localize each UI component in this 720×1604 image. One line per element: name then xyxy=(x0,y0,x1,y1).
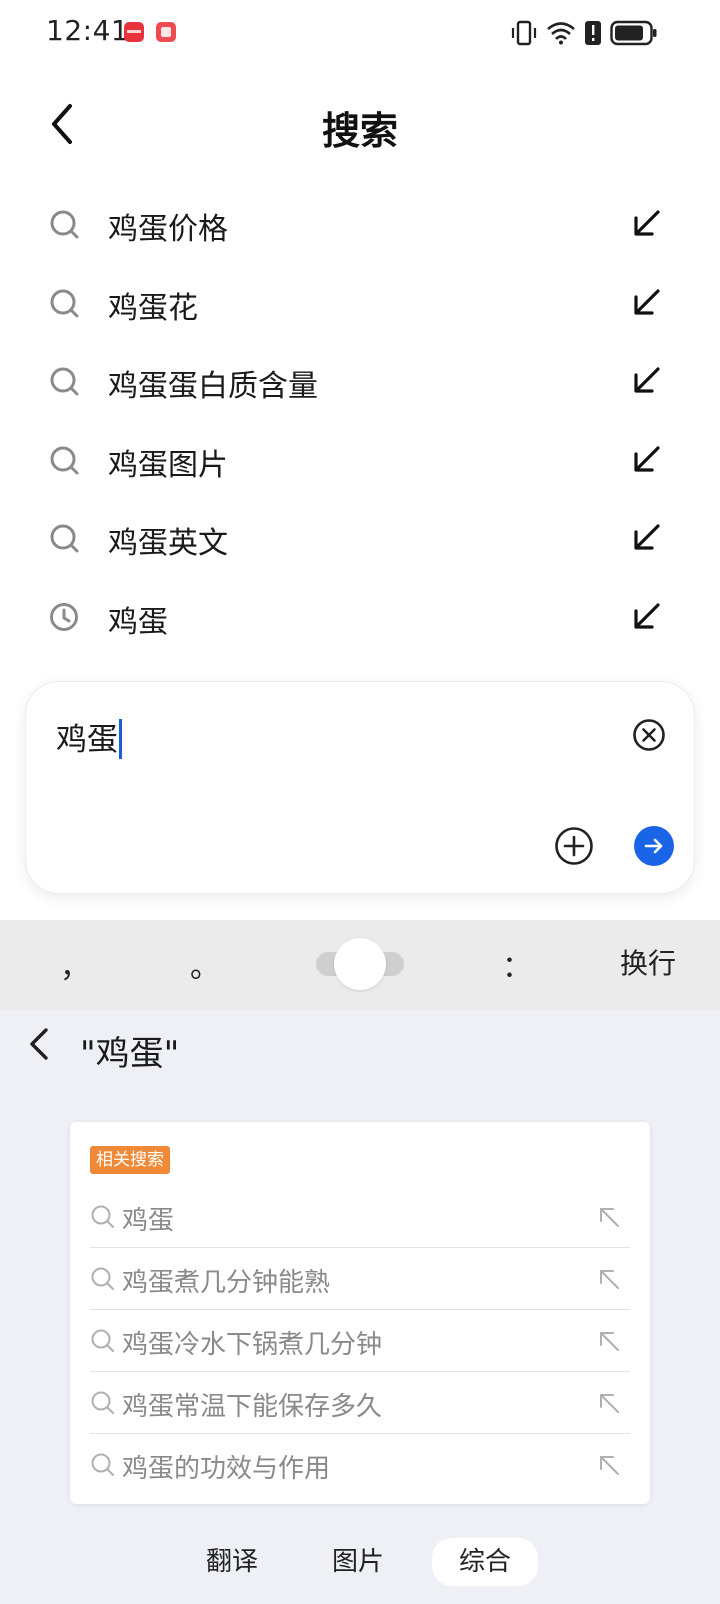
suggestion-label: 鸡蛋蛋白质含量 xyxy=(108,369,318,404)
search-input[interactable]: 鸡蛋 xyxy=(56,714,122,759)
search-input-value: 鸡蛋 xyxy=(56,722,118,758)
search-icon xyxy=(91,1329,114,1352)
key-colon[interactable]: ： xyxy=(502,942,532,986)
related-search-tag: 相关搜索 xyxy=(90,1146,170,1174)
search-icon xyxy=(91,1453,114,1476)
related-item[interactable]: 鸡蛋常温下能保存多久 xyxy=(90,1372,630,1434)
related-item-label: 鸡蛋的功效与作用 xyxy=(122,1454,331,1484)
related-item[interactable]: 鸡蛋 xyxy=(90,1186,630,1248)
related-item-label: 鸡蛋煮几分钟能熟 xyxy=(122,1268,331,1298)
search-icon xyxy=(91,1205,114,1228)
related-item[interactable]: 鸡蛋冷水下锅煮几分钟 xyxy=(90,1310,630,1372)
suggestion-label: 鸡蛋英文 xyxy=(108,526,228,561)
status-time: 12:41 xyxy=(46,14,130,47)
search-icon xyxy=(50,210,79,239)
notification-app-icon xyxy=(124,22,144,42)
arrow-up-left-icon[interactable] xyxy=(596,1266,622,1292)
tab-images[interactable]: 图片 xyxy=(322,1538,394,1586)
suggestion-item[interactable]: 鸡蛋 xyxy=(0,577,720,656)
suggestion-item[interactable]: 鸡蛋价格 xyxy=(0,184,720,263)
arrow-up-left-icon[interactable] xyxy=(596,1452,622,1478)
search-icon xyxy=(50,446,79,474)
suggestion-item[interactable]: 鸡蛋花 xyxy=(0,263,720,342)
arrow-up-left-fill-icon[interactable] xyxy=(630,363,664,397)
related-item[interactable]: 鸡蛋的功效与作用 xyxy=(90,1434,630,1496)
clock-icon xyxy=(50,602,78,631)
arrow-up-left-fill-icon[interactable] xyxy=(630,520,664,554)
search-icon xyxy=(50,289,79,317)
tab-translate[interactable]: 翻译 xyxy=(196,1538,268,1586)
arrow-up-left-icon[interactable] xyxy=(596,1204,622,1230)
battery-icon xyxy=(610,20,657,46)
query-label: "鸡蛋" xyxy=(80,1034,180,1074)
wifi-icon xyxy=(547,22,575,45)
status-bar: 12:41 xyxy=(0,0,720,66)
related-item-label: 鸡蛋冷水下锅煮几分钟 xyxy=(122,1330,383,1360)
related-item-label: 鸡蛋常温下能保存多久 xyxy=(122,1392,383,1422)
suggestion-item[interactable]: 鸡蛋图片 xyxy=(0,420,720,499)
arrow-up-left-icon[interactable] xyxy=(596,1328,622,1354)
arrow-up-left-fill-icon[interactable] xyxy=(630,285,664,319)
arrow-up-left-fill-icon[interactable] xyxy=(630,442,664,476)
related-item[interactable]: 鸡蛋煮几分钟能熟 xyxy=(90,1248,630,1310)
search-icon xyxy=(50,367,79,396)
text-caret xyxy=(119,718,122,759)
suggestion-item[interactable]: 鸡蛋英文 xyxy=(0,498,720,577)
suggestion-list: 鸡蛋价格 鸡蛋花 鸡蛋蛋白质含量 鸡蛋图片 鸡蛋英文 鸡蛋 xyxy=(0,184,720,655)
arrow-up-left-fill-icon[interactable] xyxy=(630,206,664,240)
search-icon xyxy=(91,1267,114,1290)
tab-all[interactable]: 综合 xyxy=(432,1538,538,1586)
vibrate-icon xyxy=(511,20,537,46)
related-search-card: 相关搜索 鸡蛋 鸡蛋煮几分钟能熟 鸡蛋冷水下锅煮几分钟 鸡蛋常温下能保存多久 鸡… xyxy=(70,1122,650,1504)
chevron-left-icon xyxy=(30,1028,48,1060)
page-title: 搜索 xyxy=(321,109,398,153)
send-button[interactable] xyxy=(634,826,674,866)
alert-icon xyxy=(585,21,601,45)
key-period[interactable]: 。 xyxy=(190,942,220,986)
input-mode-toggle-knob[interactable] xyxy=(334,938,386,990)
key-comma[interactable]: ， xyxy=(60,942,90,986)
search-icon xyxy=(91,1391,114,1414)
suggestion-label: 鸡蛋 xyxy=(108,604,168,640)
clear-icon[interactable] xyxy=(632,718,666,752)
arrow-up-left-icon[interactable] xyxy=(596,1390,622,1416)
keyboard-toolbar: ， 。 ： 换行 xyxy=(0,920,720,1010)
search-input-card: 鸡蛋 xyxy=(25,681,695,894)
result-tabs: 翻译 图片 综合 xyxy=(0,1532,720,1588)
search-icon xyxy=(50,524,79,553)
suggestion-label: 鸡蛋图片 xyxy=(108,447,228,483)
suggestion-label: 鸡蛋花 xyxy=(108,290,198,326)
related-item-label: 鸡蛋 xyxy=(122,1206,175,1236)
arrow-up-left-fill-icon[interactable] xyxy=(630,599,664,633)
suggestion-label: 鸡蛋价格 xyxy=(108,212,228,247)
arrow-right-icon xyxy=(644,838,663,854)
suggestion-item[interactable]: 鸡蛋蛋白质含量 xyxy=(0,341,720,420)
query-back-button[interactable] xyxy=(24,1024,64,1072)
notification-app-icon xyxy=(156,22,176,42)
add-icon[interactable] xyxy=(554,826,594,866)
key-newline[interactable]: 换行 xyxy=(620,942,676,982)
status-icons xyxy=(510,18,658,48)
